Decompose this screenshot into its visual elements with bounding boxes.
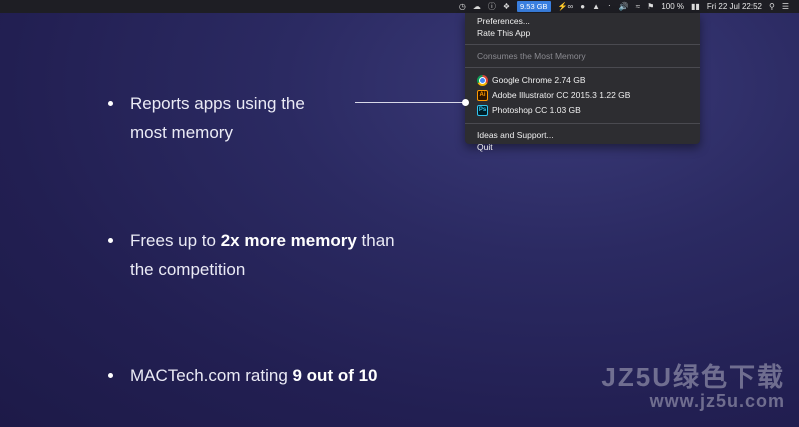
bluetooth-icon[interactable]: ᛫	[607, 0, 612, 13]
bullet-frees: Frees up to 2x more memory than the comp…	[108, 226, 395, 284]
battery-icon[interactable]: ▮▮	[691, 0, 700, 13]
clock-icon[interactable]: ◷	[459, 0, 466, 13]
menu-separator	[465, 44, 700, 45]
callout-dot	[462, 99, 469, 106]
app-item-photoshop[interactable]: Ps Photoshop CC 1.03 GB	[465, 103, 700, 118]
bullet-rating: MACTech.com rating 9 out of 10	[108, 361, 378, 390]
flag-icon[interactable]: ⚑	[647, 0, 654, 13]
volume-icon[interactable]: 🔊	[619, 0, 629, 13]
menu-separator	[465, 123, 700, 124]
bullet-line: MACTech.com rating 9 out of 10	[130, 361, 378, 390]
dropbox-icon[interactable]: ❖	[503, 0, 510, 13]
creative-cloud-icon[interactable]: ☁	[473, 0, 481, 13]
memory-dropdown-menu: Preferences... Rate This App Consumes th…	[465, 13, 700, 152]
bolt-icon[interactable]: ⚡∞	[558, 0, 574, 13]
bullet-line: Frees up to 2x more memory than	[130, 226, 395, 255]
bullet-text-bold: 9 out of 10	[292, 366, 378, 385]
wifi-icon[interactable]: ≈	[636, 0, 640, 13]
bullet-point	[108, 101, 113, 106]
section-header: Consumes the Most Memory	[477, 51, 586, 61]
memory-monitor-button[interactable]: 9.53 GB	[517, 1, 551, 12]
callout-line	[355, 102, 465, 103]
info-icon[interactable]: ⓘ	[488, 0, 496, 13]
app-item-label: Photoshop CC 1.03 GB	[492, 105, 581, 115]
preferences-menu-item[interactable]: Preferences...	[465, 15, 700, 27]
list-icon[interactable]: ☰	[782, 0, 789, 13]
bullet-reports: Reports apps using the most memory	[108, 89, 305, 147]
app-item-label: Adobe Illustrator CC 2015.3 1.22 GB	[492, 90, 631, 100]
bullet-text-part: than	[356, 231, 395, 250]
app-item-label: Google Chrome 2.74 GB	[492, 75, 586, 85]
bullet-text-part: MACTech.com rating	[130, 366, 293, 385]
rate-app-menu-item[interactable]: Rate This App	[465, 27, 700, 39]
bullet-point	[108, 373, 113, 378]
photoshop-icon: Ps	[477, 105, 488, 116]
quit-menu-item[interactable]: Quit	[465, 141, 700, 153]
watermark-title: JZ5U绿色下载	[601, 362, 785, 392]
chrome-icon	[477, 75, 488, 86]
app-item-chrome[interactable]: Google Chrome 2.74 GB	[465, 73, 700, 88]
ball-icon[interactable]: ●	[580, 0, 585, 13]
menu-separator	[465, 67, 700, 68]
bullet-line: Reports apps using the	[130, 94, 305, 113]
bullet-line: the competition	[130, 260, 246, 279]
watermark: JZ5U绿色下载 www.jz5u.com	[601, 363, 785, 411]
app-item-illustrator[interactable]: Ai Adobe Illustrator CC 2015.3 1.22 GB	[465, 88, 700, 103]
search-icon[interactable]: ⚲	[769, 0, 775, 13]
menu-bar: ◷ ☁ ⓘ ❖ 9.53 GB ⚡∞ ● ▲ ᛫ 🔊 ≈ ⚑ 100 % ▮▮ …	[0, 0, 799, 13]
ideas-support-menu-item[interactable]: Ideas and Support...	[465, 129, 700, 141]
bullet-text-bold: 2x more memory	[220, 231, 357, 250]
clock-datetime[interactable]: Fri 22 Jul 22:52	[707, 0, 762, 13]
bullet-line: most memory	[130, 123, 233, 142]
battery-percent[interactable]: 100 %	[661, 0, 684, 13]
bullet-text-part: Frees up to	[130, 231, 221, 250]
bullet-point	[108, 238, 113, 243]
upload-icon[interactable]: ▲	[592, 0, 600, 13]
watermark-url: www.jz5u.com	[649, 391, 785, 411]
illustrator-icon: Ai	[477, 90, 488, 101]
